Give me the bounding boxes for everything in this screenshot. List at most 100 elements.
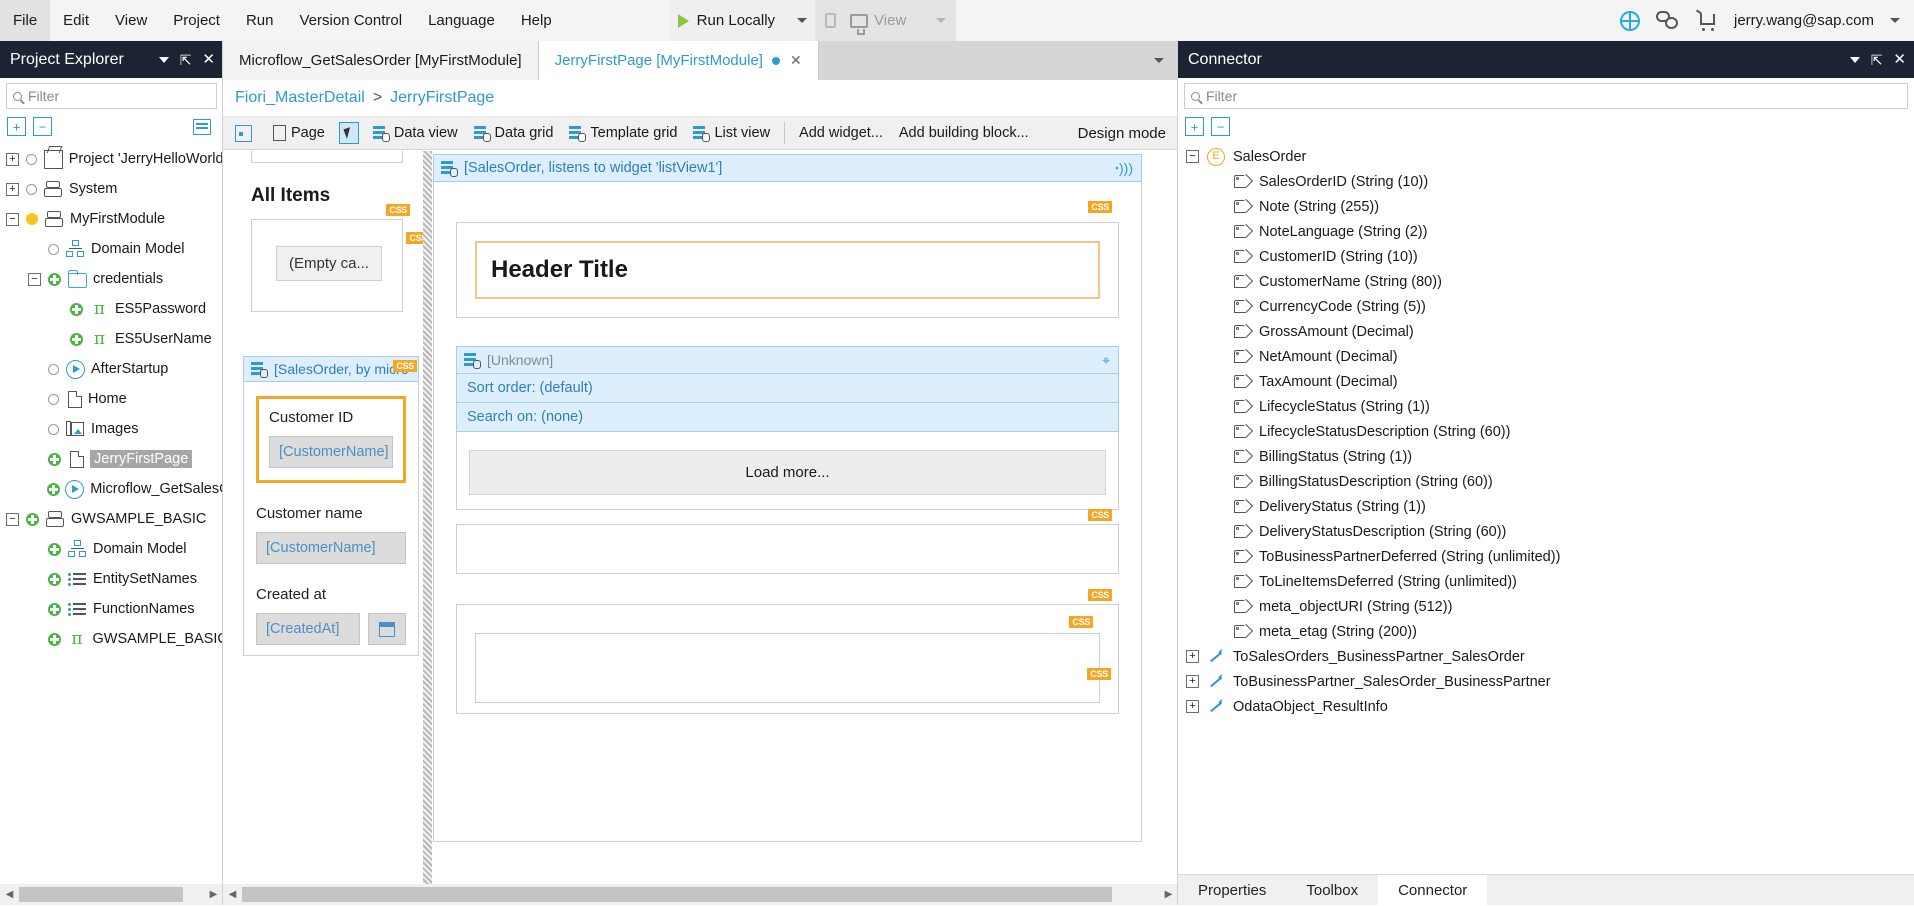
css-badge[interactable]: CSS [1088, 509, 1112, 521]
run-locally-group[interactable]: Run Locally [670, 0, 815, 41]
show-all-icon[interactable] [193, 119, 211, 135]
breadcrumb-current[interactable]: JerryFirstPage [390, 89, 494, 107]
tree-item[interactable]: JerryFirstPage [0, 444, 223, 474]
menu-view[interactable]: View [102, 0, 160, 41]
connector-tree-item[interactable]: TaxAmount (Decimal) [1178, 369, 1914, 394]
tree-expander[interactable]: − [6, 213, 19, 226]
connector-tree-item[interactable]: DeliveryStatus (String (1)) [1178, 494, 1914, 519]
connector-tree-item[interactable]: meta_etag (String (200)) [1178, 619, 1914, 644]
connector-tree-item[interactable]: +ToSalesOrders_BusinessPartner_SalesOrde… [1178, 644, 1914, 669]
bottom-tab-properties[interactable]: Properties [1178, 875, 1286, 906]
listview-header[interactable]: [Unknown] ⌖ [456, 346, 1119, 374]
run-chevron-down-icon[interactable] [797, 18, 807, 23]
connector-tree-item[interactable]: NoteLanguage (String (2)) [1178, 219, 1914, 244]
connector-expander[interactable]: + [1186, 675, 1199, 688]
canvas-drag-rail[interactable] [423, 151, 432, 886]
css-badge[interactable]: CSS [1088, 201, 1112, 213]
bottom-tab-connector[interactable]: Connector [1378, 875, 1487, 906]
stop-icon[interactable] [825, 13, 836, 28]
expand-all-button[interactable]: + [1185, 117, 1204, 136]
tree-item[interactable]: +Project 'JerryHelloWorld' [0, 144, 223, 174]
tree-item[interactable]: Domain Model [0, 234, 223, 264]
editor-tab-jerryfirstpage[interactable]: JerryFirstPage [MyFirstModule] ✕ [539, 41, 819, 80]
tree-item[interactable]: Home [0, 384, 223, 414]
tree-item[interactable]: FunctionNames [0, 594, 223, 624]
connector-tree-item[interactable]: DeliveryStatusDescription (String (60)) [1178, 519, 1914, 544]
tab-overflow-button[interactable] [1140, 41, 1178, 80]
customer-id-input[interactable]: [CustomerName] [269, 436, 393, 468]
menu-help[interactable]: Help [508, 0, 565, 41]
css-badge[interactable]: CSS [386, 204, 410, 216]
toolbar-page-button[interactable]: Page [265, 117, 333, 150]
tree-expander[interactable]: − [28, 273, 41, 286]
header-title-widget[interactable]: Header Title [475, 241, 1100, 299]
toolbar-template-grid-button[interactable]: Template grid [561, 117, 685, 150]
menu-language[interactable]: Language [415, 0, 508, 41]
collapse-all-button[interactable]: − [1211, 117, 1230, 136]
css-badge[interactable]: CSS [393, 360, 417, 372]
connector-tree-item[interactable]: CustomerName (String (80)) [1178, 269, 1914, 294]
toolbar-data-grid-button[interactable]: Data grid [466, 117, 562, 150]
panel-menu-chevron-down-icon[interactable] [1850, 57, 1860, 63]
chat-icon[interactable] [1656, 11, 1680, 31]
connector-tree-item[interactable]: BillingStatus (String (1)) [1178, 444, 1914, 469]
connector-tree-item[interactable]: CurrencyCode (String (5)) [1178, 294, 1914, 319]
menu-file[interactable]: File [0, 0, 50, 41]
customer-id-field-group[interactable]: Customer ID [CustomerName] [256, 396, 406, 483]
connector-tree-item[interactable]: LifecycleStatus (String (1)) [1178, 394, 1914, 419]
view-group[interactable]: View [815, 0, 956, 41]
connector-tree-item[interactable]: BillingStatusDescription (String (60)) [1178, 469, 1914, 494]
connector-tree-item[interactable]: LifecycleStatusDescription (String (60)) [1178, 419, 1914, 444]
design-mode-button[interactable]: Design mode [1078, 125, 1178, 142]
tree-item[interactable]: −credentials [0, 264, 223, 294]
listen-icon[interactable]: ⌖ [1102, 352, 1110, 369]
tree-item[interactable]: πES5UserName [0, 324, 223, 354]
empty-caption-placeholder[interactable]: (Empty ca... [276, 246, 382, 281]
tree-item[interactable]: Domain Model [0, 534, 223, 564]
css-badge[interactable]: CSS [1088, 589, 1112, 601]
connector-filter[interactable]: Filter [1184, 83, 1908, 109]
menu-version-control[interactable]: Version Control [287, 0, 416, 41]
tree-item[interactable]: πES5Password [0, 294, 223, 324]
scroll-left-arrow[interactable]: ◀ [0, 884, 19, 905]
close-icon[interactable]: ✕ [202, 52, 215, 67]
tree-expander[interactable]: − [6, 513, 19, 526]
project-explorer-hscrollbar[interactable]: ◀ ▶ [0, 884, 223, 905]
tree-item[interactable]: −MyFirstModule [0, 204, 223, 234]
tree-item[interactable]: πGWSAMPLE_BASIC [0, 624, 223, 654]
hscroll-track[interactable] [19, 884, 204, 905]
connector-tree-item[interactable]: +ToBusinessPartner_SalesOrder_BusinessPa… [1178, 669, 1914, 694]
hscroll-thumb[interactable] [19, 887, 183, 902]
connector-tree-item[interactable]: CustomerID (String (10)) [1178, 244, 1914, 269]
toolbar-data-view-button[interactable]: Data view [365, 117, 466, 150]
tree-expander[interactable]: + [6, 153, 19, 166]
scroll-right-arrow[interactable]: ▶ [204, 884, 223, 905]
breadcrumb-root[interactable]: Fiori_MasterDetail [235, 89, 365, 107]
connector-tree-item[interactable]: ToLineItemsDeferred (String (unlimited)) [1178, 569, 1914, 594]
tab-close-icon[interactable]: ✕ [790, 52, 802, 69]
toolbar-list-view-button[interactable]: List view [685, 117, 778, 150]
cart-icon[interactable] [1696, 11, 1718, 31]
editor-tab-microflow[interactable]: Microflow_GetSalesOrder [MyFirstModule] [223, 41, 539, 80]
connector-tree-item[interactable]: meta_objectURI (String (512)) [1178, 594, 1914, 619]
user-email-label[interactable]: jerry.wang@sap.com [1734, 12, 1874, 29]
connector-tree-item[interactable]: ToBusinessPartnerDeferred (String (unlim… [1178, 544, 1914, 569]
main-dataview-header[interactable]: [SalesOrder, listens to widget 'listView… [433, 154, 1142, 182]
collapse-all-button[interactable]: − [33, 117, 52, 136]
tree-item[interactable]: −GWSAMPLE_BASIC [0, 504, 223, 534]
menu-project[interactable]: Project [160, 0, 233, 41]
connector-tree-item[interactable]: NetAmount (Decimal) [1178, 344, 1914, 369]
connector-tree-item[interactable]: SalesOrderID (String (10)) [1178, 169, 1914, 194]
connector-tree-item[interactable]: −ESalesOrder [1178, 144, 1914, 169]
connector-tree-item[interactable]: Note (String (255)) [1178, 194, 1914, 219]
listview-sort-order[interactable]: Sort order: (default) [456, 374, 1119, 403]
connector-expander[interactable]: − [1186, 150, 1199, 163]
connector-expander[interactable]: + [1186, 700, 1199, 713]
tree-item[interactable]: Microflow_GetSalesOrder [0, 474, 223, 504]
hscroll-thumb[interactable] [242, 887, 1112, 902]
tree-expander[interactable]: + [6, 183, 19, 196]
menu-run[interactable]: Run [233, 0, 287, 41]
menu-edit[interactable]: Edit [50, 0, 102, 41]
connector-expander[interactable]: + [1186, 650, 1199, 663]
project-explorer-filter[interactable]: Filter [6, 83, 217, 109]
